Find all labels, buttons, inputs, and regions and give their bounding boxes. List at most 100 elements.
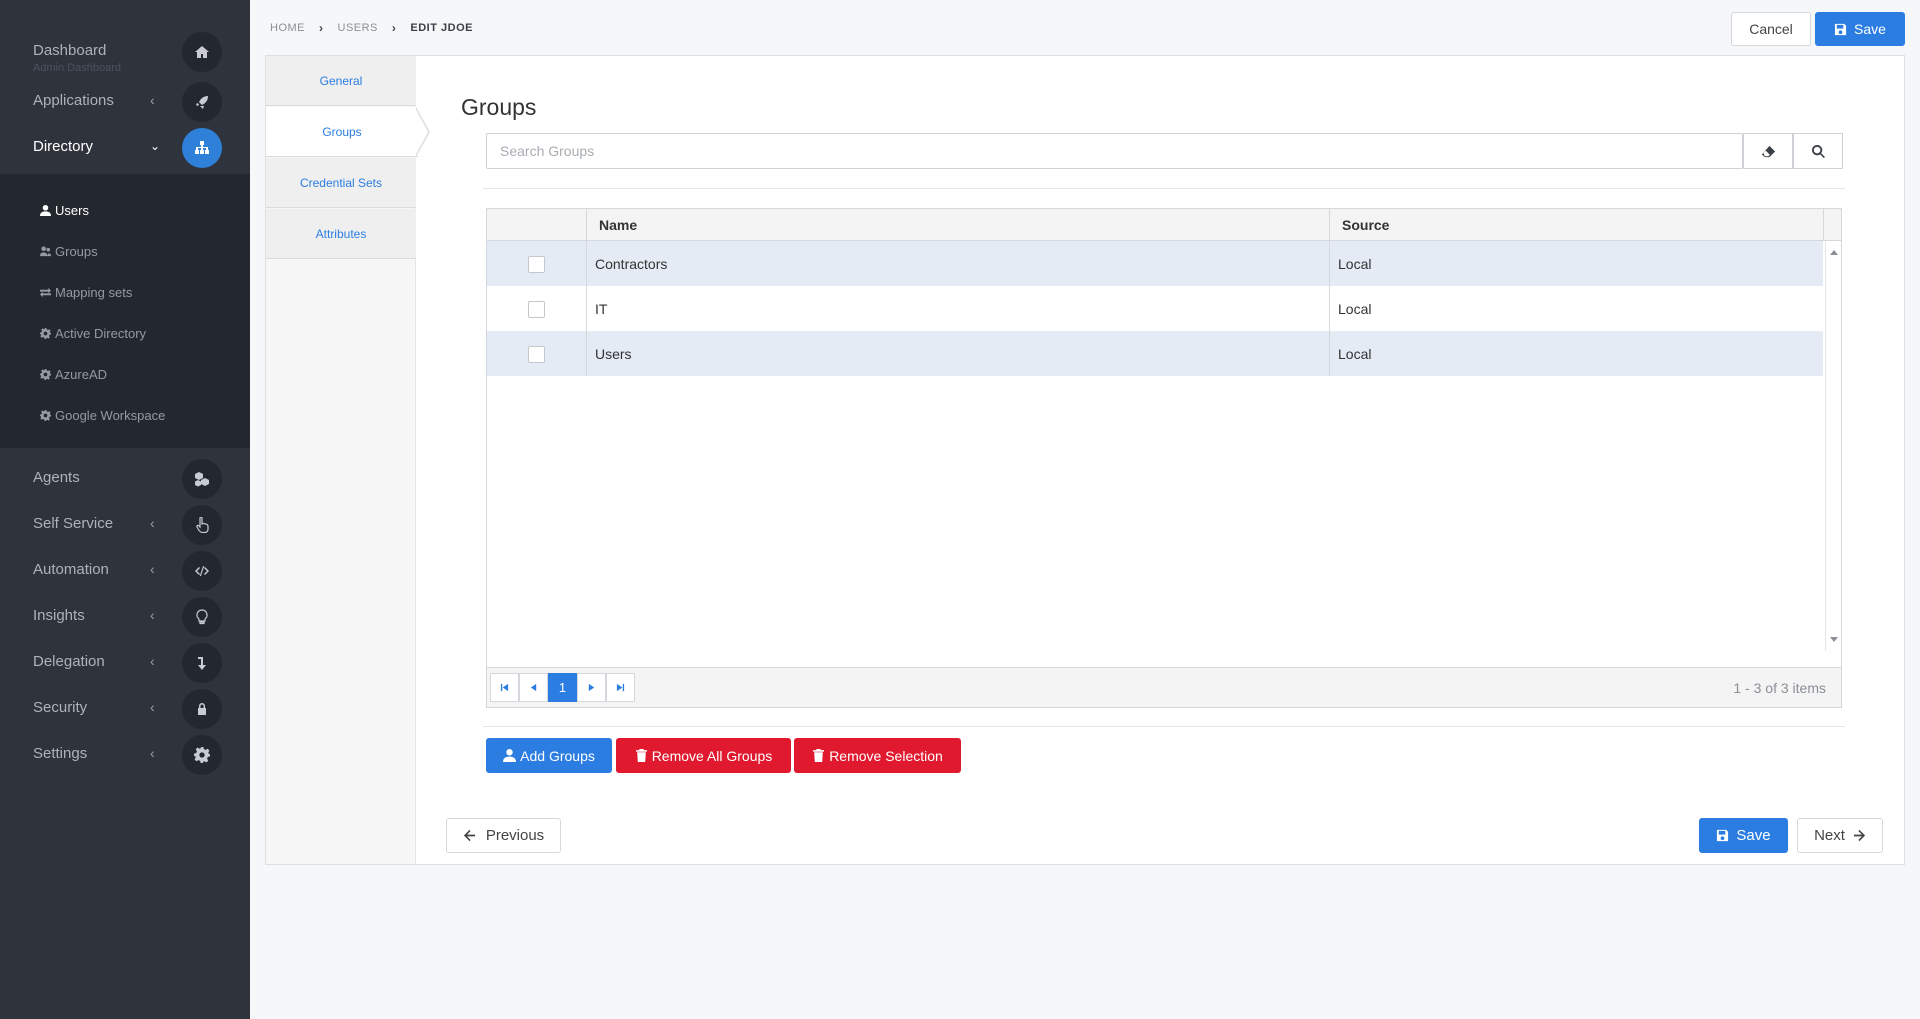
scroll-up-icon[interactable]: [1830, 250, 1838, 255]
search-icon: [1811, 144, 1825, 158]
exchange-icon: [40, 287, 51, 297]
nav-sublabel: Admin Dashboard: [33, 62, 122, 74]
row-checkbox[interactable]: [528, 301, 545, 318]
cog-icon: [40, 327, 51, 339]
nav-label: Automation: [33, 561, 109, 578]
next-button[interactable]: Next: [1797, 818, 1883, 853]
gear-icon: [182, 735, 222, 775]
trash-icon: [635, 749, 647, 762]
tab-attributes[interactable]: Attributes: [266, 209, 416, 259]
breadcrumb-home[interactable]: HOME: [270, 22, 305, 34]
add-groups-label: Add Groups: [520, 747, 595, 764]
pager-info: 1 - 3 of 3 items: [1733, 680, 1826, 696]
nav-label: Settings: [33, 745, 88, 762]
save-button-bottom[interactable]: Save: [1699, 818, 1788, 853]
tab-groups[interactable]: Groups: [266, 107, 418, 157]
chevron-left-icon: ‹: [150, 653, 155, 669]
search-button[interactable]: [1793, 133, 1843, 169]
subnav-mapping-sets[interactable]: Mapping sets: [40, 282, 132, 302]
tab-general[interactable]: General: [266, 56, 416, 106]
save-icon: [1834, 23, 1847, 35]
clear-search-button[interactable]: [1743, 133, 1793, 169]
nav-dashboard[interactable]: Dashboard Admin Dashboard: [0, 30, 250, 74]
nav-label: Directory: [33, 138, 94, 155]
first-page-button[interactable]: [490, 673, 519, 702]
chevron-left-icon: ‹: [150, 92, 155, 108]
column-header-name[interactable]: Name: [586, 209, 1329, 241]
code-icon: [182, 551, 222, 591]
search-input[interactable]: [487, 134, 1744, 168]
add-groups-button[interactable]: Add Groups: [486, 738, 612, 773]
grid-header: Name Source: [487, 209, 1841, 241]
nav-automation[interactable]: Automation ‹: [0, 549, 250, 593]
section-title: Groups: [461, 94, 537, 120]
save-label: Save: [1854, 21, 1886, 37]
cell-source: Local: [1329, 241, 1823, 286]
next-page-button[interactable]: [577, 673, 606, 702]
table-row[interactable]: IT Local: [487, 286, 1823, 331]
save-button-top[interactable]: Save: [1815, 12, 1905, 46]
arrow-left-icon: [463, 829, 475, 842]
divider: [483, 188, 1845, 189]
subnav-groups[interactable]: Groups: [40, 241, 98, 261]
cubes-icon: [182, 459, 222, 499]
remove-selection-label: Remove Selection: [829, 747, 943, 764]
sitemap-icon: [182, 128, 222, 168]
divider: [483, 726, 1845, 727]
grid-scrollbar[interactable]: [1825, 241, 1841, 651]
table-row[interactable]: Contractors Local: [487, 241, 1823, 286]
active-tab-arrow: [415, 107, 430, 157]
breadcrumb: HOME › USERS › EDIT JDOE: [270, 21, 473, 35]
search-box: [486, 133, 1744, 169]
cog-icon: [40, 368, 51, 380]
nav-security[interactable]: Security ‹: [0, 687, 250, 731]
nav-delegation[interactable]: Delegation ‹: [0, 641, 250, 685]
nav-applications[interactable]: Applications ‹: [0, 80, 250, 124]
pager: 1 1 - 3 of 3 items: [487, 667, 1841, 707]
row-checkbox[interactable]: [528, 256, 545, 273]
chevron-left-icon: ‹: [150, 561, 155, 577]
column-header-source[interactable]: Source: [1329, 209, 1823, 241]
page-1-button[interactable]: 1: [548, 673, 577, 702]
lock-icon: [182, 689, 222, 729]
chevron-left-icon: ‹: [150, 515, 155, 531]
cell-name: Users: [586, 331, 1329, 376]
remove-all-groups-button[interactable]: Remove All Groups: [616, 738, 791, 773]
nav-insights[interactable]: Insights ‹: [0, 595, 250, 639]
breadcrumb-current: EDIT JDOE: [410, 22, 473, 34]
last-page-button[interactable]: [606, 673, 635, 702]
nav-self-service[interactable]: Self Service ‹: [0, 503, 250, 547]
trash-icon: [813, 749, 825, 762]
nav-settings[interactable]: Settings ‹: [0, 733, 250, 777]
tab-label: Attributes: [315, 226, 367, 241]
nav-label: Applications: [33, 92, 114, 109]
subnav-active-directory[interactable]: Active Directory: [40, 323, 146, 343]
nav-label: Security: [33, 699, 88, 716]
breadcrumb-users[interactable]: USERS: [338, 22, 378, 34]
chevron-left-icon: ‹: [150, 745, 155, 761]
nav-label: Dashboard: [33, 42, 107, 59]
tab-credential-sets[interactable]: Credential Sets: [266, 158, 416, 208]
row-checkbox[interactable]: [528, 346, 545, 363]
subnav-google-workspace[interactable]: Google Workspace: [40, 405, 165, 425]
subnav-label: Groups: [55, 243, 98, 259]
nav-directory[interactable]: Directory ⌄: [0, 126, 250, 170]
prev-page-button[interactable]: [519, 673, 548, 702]
remove-selection-button[interactable]: Remove Selection: [794, 738, 961, 773]
level-down-icon: [182, 643, 222, 683]
subnav-azuread[interactable]: AzureAD: [40, 364, 107, 384]
nav-label: Agents: [33, 469, 80, 486]
user-icon: [40, 204, 51, 216]
table-row[interactable]: Users Local: [487, 331, 1823, 376]
subnav-users[interactable]: Users: [40, 200, 89, 220]
groups-grid: Name Source Contractors Local IT Local U…: [486, 208, 1842, 708]
nav-agents[interactable]: Agents: [0, 457, 250, 501]
nav-label: Self Service: [33, 515, 114, 532]
breadcrumb-separator-icon: ›: [391, 21, 397, 35]
home-icon: [182, 32, 222, 72]
cancel-button[interactable]: Cancel: [1731, 12, 1811, 46]
chevron-left-icon: ‹: [150, 607, 155, 623]
scroll-down-icon[interactable]: [1830, 637, 1838, 642]
previous-button[interactable]: Previous: [446, 818, 561, 853]
sidebar: Dashboard Admin Dashboard Applications ‹…: [0, 0, 250, 1019]
